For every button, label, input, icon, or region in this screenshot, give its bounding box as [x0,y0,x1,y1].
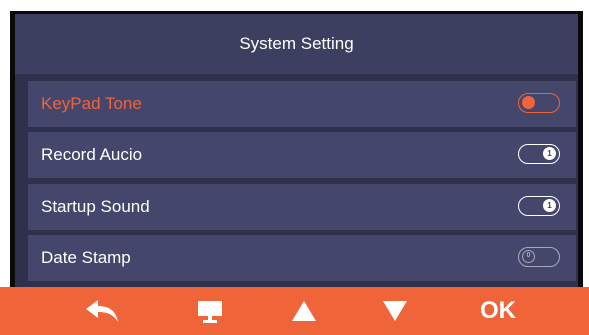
setting-row-startup-sound[interactable]: Startup Sound 1 [28,184,576,230]
toggle-knob: 1 [543,199,556,212]
toggle-knob [522,96,535,109]
page-title: System Setting [239,34,354,53]
setting-label: Date Stamp [41,248,131,267]
up-button[interactable] [280,287,328,335]
setting-label: Startup Sound [41,197,150,216]
footer-button-bar: OK [0,287,589,335]
back-button[interactable] [78,287,126,335]
startup-sound-toggle[interactable]: 1 [518,196,560,216]
setting-label: Record Aucio [41,145,143,164]
setting-row-keypad-tone[interactable]: KeyPad Tone [28,81,576,127]
ok-button[interactable]: OK [466,287,530,335]
setting-label: KeyPad Tone [41,94,142,113]
setting-row-record-audio[interactable]: Record Aucio 1 [28,132,576,178]
monitor-icon [198,301,222,323]
toggle-knob: 0 [522,250,535,263]
device-screen: System Setting KeyPad Tone Record Aucio … [10,11,583,325]
triangle-down-icon [383,301,407,321]
header-bar: System Setting [15,14,578,74]
date-stamp-toggle[interactable]: 0 [518,247,560,267]
record-audio-toggle[interactable]: 1 [518,144,560,164]
setting-row-date-stamp[interactable]: Date Stamp 0 [28,235,576,281]
settings-list: KeyPad Tone Record Aucio 1 Startup Sound… [15,74,578,288]
ok-label: OK [480,297,516,324]
triangle-up-icon [292,301,316,321]
keypad-tone-toggle[interactable] [518,93,560,113]
display-button[interactable] [186,287,234,335]
toggle-knob: 1 [543,147,556,160]
down-button[interactable] [371,287,419,335]
back-arrow-icon [86,300,118,322]
